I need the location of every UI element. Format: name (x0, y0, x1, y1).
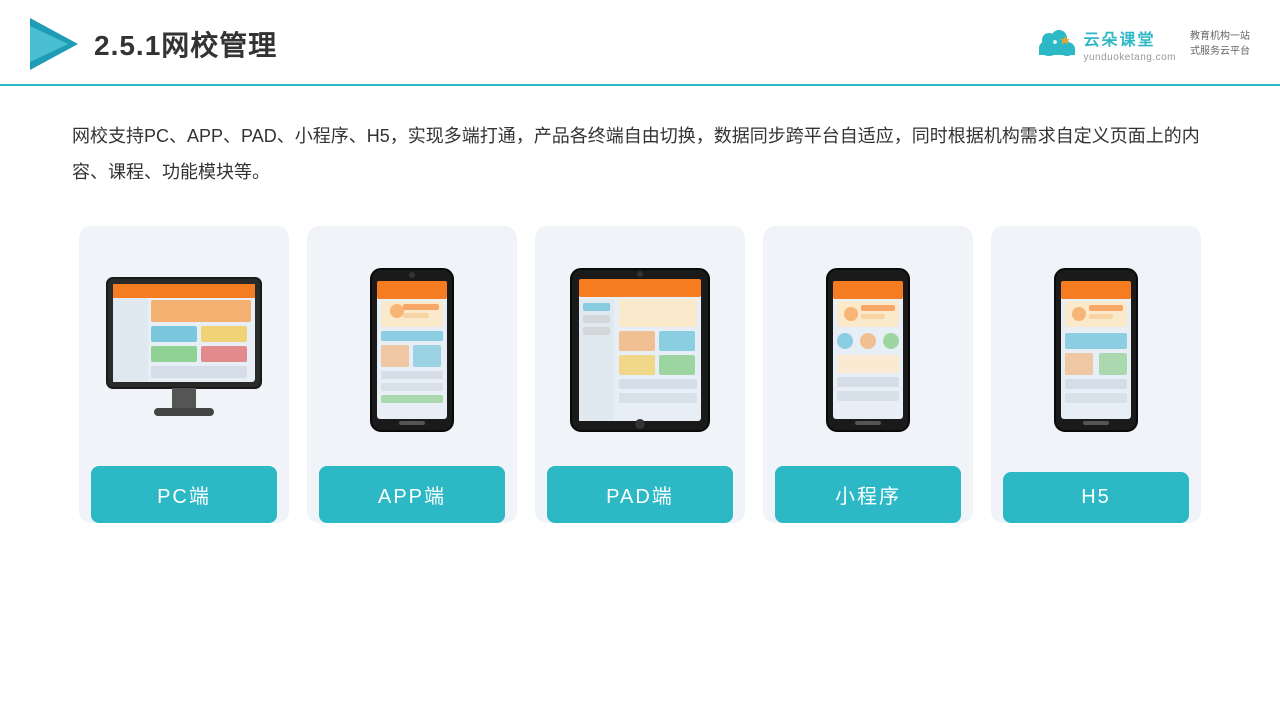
app-phone-icon (367, 265, 457, 435)
pad-label: PAD端 (547, 466, 733, 523)
pc-label: PC端 (91, 466, 277, 523)
header-left: 2.5.1网校管理 (30, 18, 277, 70)
pc-image-area (91, 250, 277, 450)
logo-arrow-icon (30, 18, 78, 70)
app-image-area (319, 250, 505, 450)
brand-url: yunduoketang.com (1083, 52, 1176, 63)
pc-card: PC端 (79, 226, 289, 523)
device-cards-container: PC端 (0, 210, 1280, 553)
h5-card: H5 (991, 226, 1201, 523)
pad-image-area (547, 250, 733, 450)
pad-card: PAD端 (535, 226, 745, 523)
miniprogram-card: 小程序 (763, 226, 973, 523)
cloud-icon (1035, 30, 1077, 58)
page-title: 2.5.1网校管理 (94, 24, 277, 64)
h5-phone-icon (1051, 265, 1141, 435)
pc-monitor-icon (99, 270, 269, 430)
app-card: APP端 (307, 226, 517, 523)
miniprogram-image-area (775, 250, 961, 450)
miniprogram-label: 小程序 (775, 466, 961, 523)
app-label: APP端 (319, 466, 505, 523)
h5-image-area (1003, 250, 1189, 450)
brand-logo: 云朵课堂 yunduoketang.com 教育机构一站 式服务云平台 (1035, 26, 1250, 63)
description-text: 网校支持PC、APP、PAD、小程序、H5，实现多端打通，产品各终端自由切换，数… (0, 86, 1280, 210)
brand-slogan: 教育机构一站 式服务云平台 (1190, 29, 1250, 59)
brand-name: 云朵课堂 (1083, 26, 1155, 50)
pad-tablet-icon (565, 265, 715, 435)
description-content: 网校支持PC、APP、PAD、小程序、H5，实现多端打通，产品各终端自由切换，数… (72, 126, 1200, 182)
page-header: 2.5.1网校管理 云朵课堂 yunduoketang.com 教育机构一站 式… (0, 0, 1280, 86)
brand-area: 云朵课堂 yunduoketang.com 教育机构一站 式服务云平台 (1035, 26, 1250, 63)
miniprogram-phone-icon (823, 265, 913, 435)
h5-label: H5 (1003, 472, 1189, 523)
